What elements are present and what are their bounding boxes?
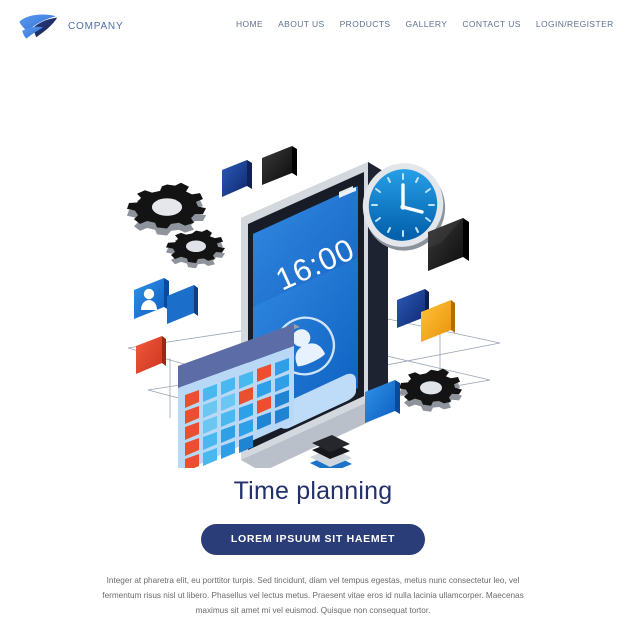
wing-logo-icon <box>19 14 58 39</box>
main-navigation: HOME ABOUT US PRODUCTS GALLERY CONTACT U… <box>236 19 614 29</box>
nav-item-contact-us[interactable]: CONTACT US <box>462 19 520 29</box>
gear-right-icon <box>399 368 462 412</box>
isometric-scene: 16:00 <box>127 103 501 468</box>
card-black-small-top <box>262 146 297 185</box>
nav-item-login-register[interactable]: LOGIN/REGISTER <box>536 19 614 29</box>
gear-small-icon <box>166 229 225 269</box>
page-title: Time planning <box>233 477 393 505</box>
card-navy-top <box>222 160 252 197</box>
card-blue-plain <box>167 285 198 324</box>
hero-copy: Time planning LOREM IPSUUM SIT HAEMET In… <box>0 477 626 618</box>
brand-logo[interactable]: COMPANY <box>18 12 123 40</box>
hero-illustration: 16:00 <box>0 58 626 468</box>
body-paragraph: Integer at pharetra elit, eu porttitor t… <box>102 575 524 615</box>
brand-name: COMPANY <box>68 20 124 32</box>
site-header: COMPANY HOME ABOUT US PRODUCTS GALLERY C… <box>0 0 626 52</box>
cta-button[interactable]: LOREM IPSUUM SIT HAEMET <box>200 523 426 555</box>
gear-large-icon <box>127 182 206 236</box>
landing-page: COMPANY HOME ABOUT US PRODUCTS GALLERY C… <box>0 0 626 626</box>
signal-bars-icon <box>269 103 283 121</box>
card-blue-user <box>134 278 169 319</box>
nav-item-products[interactable]: PRODUCTS <box>340 19 391 29</box>
card-red <box>136 336 166 374</box>
nav-item-home[interactable]: HOME <box>236 19 263 29</box>
nav-item-gallery[interactable]: GALLERY <box>406 19 448 29</box>
nav-item-about-us[interactable]: ABOUT US <box>278 19 325 29</box>
